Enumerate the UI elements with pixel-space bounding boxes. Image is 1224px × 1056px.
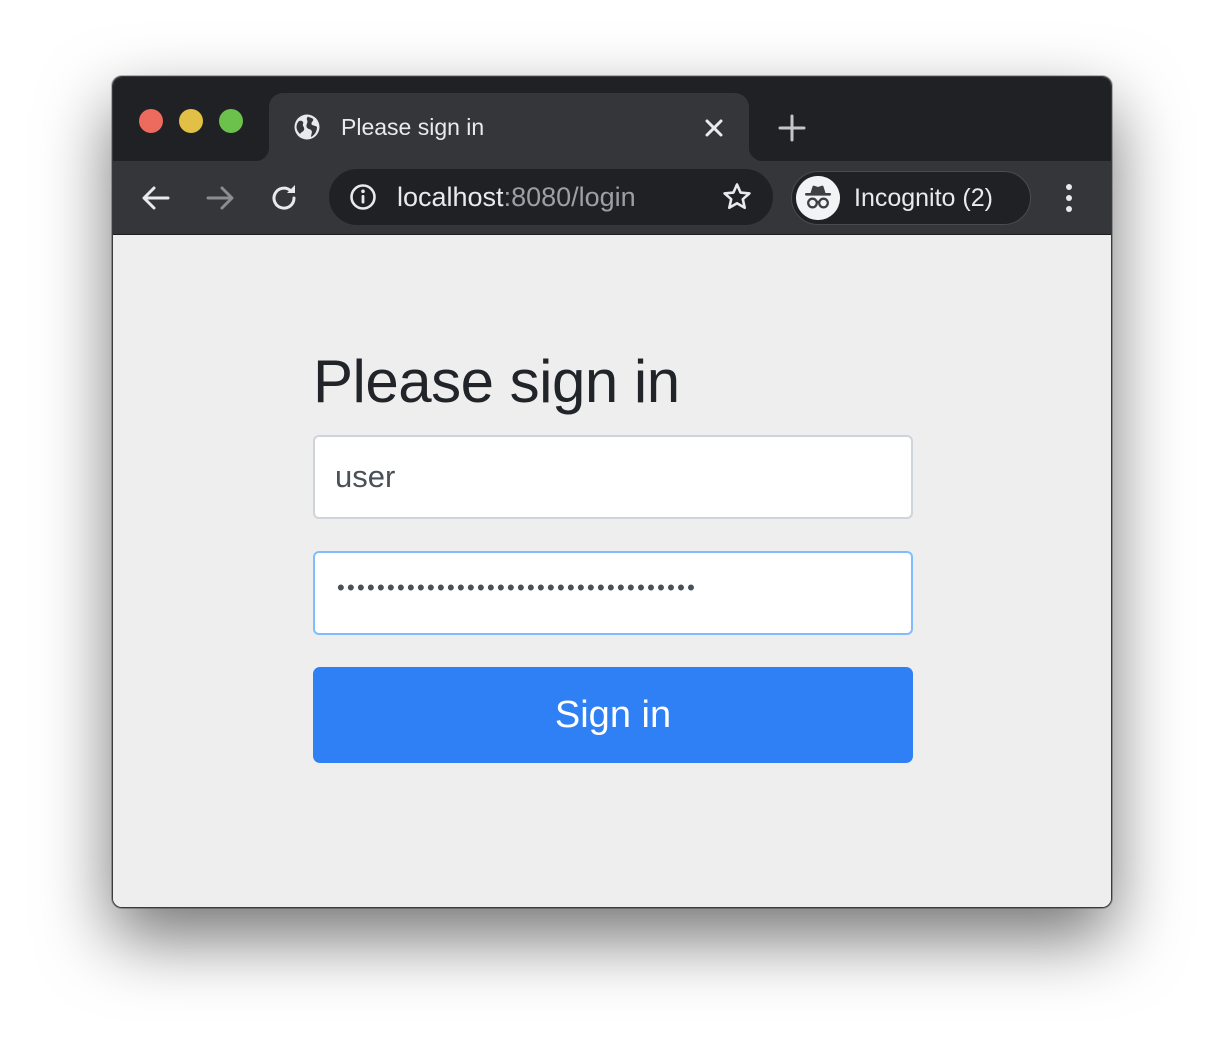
tab-active[interactable]: Please sign in xyxy=(255,93,763,161)
password-mask: •••••••••••••••••••••••••••••••••••• xyxy=(337,575,698,600)
back-arrow-icon[interactable] xyxy=(139,181,173,215)
info-icon[interactable] xyxy=(349,183,377,211)
incognito-icon xyxy=(796,176,840,220)
url-path: :8080/login xyxy=(503,182,636,212)
url-text: localhost:8080/login xyxy=(397,182,636,213)
zoom-window-button[interactable] xyxy=(219,109,243,133)
url-host: localhost xyxy=(397,182,504,212)
sign-in-button[interactable]: Sign in xyxy=(313,667,913,763)
page-content: Please sign in •••••••••••••••••••••••••… xyxy=(113,235,1111,907)
forward-arrow-icon[interactable] xyxy=(203,181,237,215)
profile-label: Incognito (2) xyxy=(854,184,993,212)
page-title: Please sign in xyxy=(313,348,680,415)
tab-strip: Please sign in xyxy=(113,77,1111,161)
kebab-menu-icon[interactable] xyxy=(1055,181,1083,215)
minimize-window-button[interactable] xyxy=(179,109,203,133)
globe-icon xyxy=(294,114,320,140)
tab-title: Please sign in xyxy=(341,114,485,140)
close-window-button[interactable] xyxy=(139,109,163,133)
browser-window: Please sign in localhost:8080/login Inco… xyxy=(112,76,1112,908)
close-tab-icon[interactable] xyxy=(703,117,725,139)
new-tab-icon[interactable] xyxy=(777,113,807,143)
incognito-profile-button[interactable]: Incognito (2) xyxy=(791,171,1031,225)
browser-toolbar: localhost:8080/login Incognito (2) xyxy=(113,161,1111,235)
bookmark-star-icon[interactable] xyxy=(721,181,753,213)
reload-icon[interactable] xyxy=(267,181,301,215)
password-input[interactable]: •••••••••••••••••••••••••••••••••••• xyxy=(313,551,913,635)
address-bar[interactable]: localhost:8080/login xyxy=(329,169,773,225)
username-input[interactable] xyxy=(313,435,913,519)
